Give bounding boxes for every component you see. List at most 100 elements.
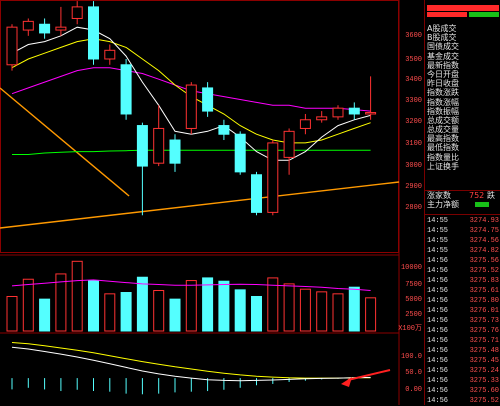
tick-price: 3275.45 (469, 357, 499, 365)
indicator-axis-label: 100.0 (400, 353, 422, 361)
volume-bar (136, 276, 148, 332)
tick-row: 14:56 3275.80 (425, 297, 500, 306)
menu-index-pct[interactable]: 指数涨幅 (425, 98, 500, 107)
menu-prev-close[interactable]: 昨日收盘 (425, 79, 500, 88)
tick-row: 14:55 3274.75 (425, 227, 500, 236)
tick-time: 14:55 (427, 217, 449, 225)
volume-bar (299, 288, 311, 332)
tick-price: 3275.83 (469, 277, 499, 285)
tick-row: 14:56 3275.48 (425, 347, 500, 356)
candle-up (22, 20, 34, 31)
menu-index-change[interactable]: 指数涨跌 (425, 88, 500, 97)
tick-time: 14:56 (427, 277, 449, 285)
volume-axis-label: 7500 (405, 281, 422, 289)
tick-price: 3276.01 (469, 307, 499, 315)
tick-row: 14:56 3275.61 (425, 287, 500, 296)
menu-funds[interactable]: 基金成交 (425, 52, 500, 61)
rise-count-value: 752 (469, 191, 485, 200)
menu-low-index[interactable]: 最低指数 (425, 143, 500, 152)
volume-bar (234, 289, 246, 332)
candle-down (88, 6, 99, 60)
tick-price: 3274.75 (469, 227, 499, 235)
menu-turnover[interactable]: 上证换手 (425, 162, 500, 171)
candle-up (71, 6, 83, 19)
volume-bar (153, 290, 165, 332)
volume-bar (39, 298, 51, 332)
quote-panel: A股成交 B股成交 国债成交 基金成交 最新指数 今日开盘 昨日收盘 指数涨跌 … (424, 0, 500, 405)
volume-bar (316, 291, 328, 332)
candle-up (185, 84, 197, 129)
tick-row: 14:56 3275.24 (425, 367, 500, 376)
tick-time: 14:56 (427, 257, 449, 265)
sell-bar-green (469, 12, 499, 17)
tick-time: 14:56 (427, 307, 449, 315)
tick-price: 3275.24 (469, 367, 499, 375)
volume-bar (348, 286, 360, 332)
tick-row: 14:55 3274.56 (425, 237, 500, 246)
price-axis-label: 3300 (405, 97, 422, 105)
menu-total-amount[interactable]: 总成交额 (425, 116, 500, 125)
fall-label: 跌 (487, 191, 495, 200)
volume-bar (120, 292, 132, 332)
candle-up (55, 26, 67, 31)
menu-today-open[interactable]: 今日开盘 (425, 70, 500, 79)
candle-down (251, 174, 262, 213)
menu-volume-ratio[interactable]: 指数量比 (425, 153, 500, 162)
tick-time: 14:55 (427, 237, 449, 245)
tick-price: 3275.80 (469, 297, 499, 305)
tick-row: 14:56 3275.33 (425, 377, 500, 386)
menu-index-amplitude[interactable]: 指数振幅 (425, 107, 500, 116)
volume-bar (283, 283, 295, 332)
volume-axis-label: 5000 (405, 296, 422, 304)
tick-time: 14:56 (427, 317, 449, 325)
menu-latest-index[interactable]: 最新指数 (425, 61, 500, 70)
candle-up (332, 107, 344, 118)
menu-total-volume[interactable]: 总成交量 (425, 125, 500, 134)
tick-row: 14:56 3275.45 (425, 357, 500, 366)
tick-list[interactable]: 14:55 3274.93 14:55 3274.75 14:55 3274.56 14:5… (425, 214, 500, 406)
menu-a-shares[interactable]: A股成交 (425, 24, 500, 33)
indicator-axis-label: 0.00 (405, 386, 422, 394)
indicator-axis-label: 50.0 (405, 369, 422, 377)
volume-bar (365, 297, 377, 332)
candle-up (283, 130, 295, 158)
tick-row: 14:56 3275.71 (425, 337, 500, 346)
tick-row: 14:56 3275.56 (425, 257, 500, 266)
tick-time: 14:56 (427, 347, 449, 355)
candle-down (136, 125, 148, 167)
candle-up (365, 112, 377, 115)
tick-time: 14:56 (427, 367, 449, 375)
tick-time: 14:55 (427, 227, 449, 235)
price-axis-label: 3400 (405, 76, 422, 84)
tick-row: 14:56 3275.76 (425, 327, 500, 336)
candle-up (104, 49, 116, 60)
volume-bar (202, 277, 214, 332)
candle-down (234, 133, 246, 173)
candle-down (202, 87, 214, 112)
menu-b-shares[interactable]: B股成交 (425, 33, 500, 42)
price-axis-label: 3200 (405, 118, 422, 126)
candle-down (39, 23, 51, 34)
candle-down (218, 125, 230, 135)
tick-time: 14:56 (427, 357, 449, 365)
tick-time: 14:56 (427, 377, 449, 385)
main-net-bar (475, 202, 489, 208)
volume-bar (218, 280, 230, 332)
candle-down (348, 107, 360, 115)
volume-bar (332, 293, 344, 332)
tick-price: 3275.73 (469, 317, 499, 325)
tick-price: 3275.52 (469, 267, 499, 275)
tick-time: 14:56 (427, 267, 449, 275)
tick-row: 14:56 3276.01 (425, 307, 500, 316)
tick-time: 14:56 (427, 297, 449, 305)
volume-bar (88, 280, 99, 332)
tick-row: 14:56 3275.73 (425, 317, 500, 326)
volume-bar (185, 280, 197, 332)
volume-axis-label: 2500 (405, 311, 422, 319)
menu-bonds[interactable]: 国债成交 (425, 42, 500, 51)
price-axis-label: 2900 (405, 183, 422, 191)
volume-bar (6, 295, 18, 332)
tick-row: 14:56 3275.52 (425, 267, 500, 276)
tick-row: 14:56 3275.83 (425, 277, 500, 286)
tick-price: 3275.56 (469, 257, 499, 265)
